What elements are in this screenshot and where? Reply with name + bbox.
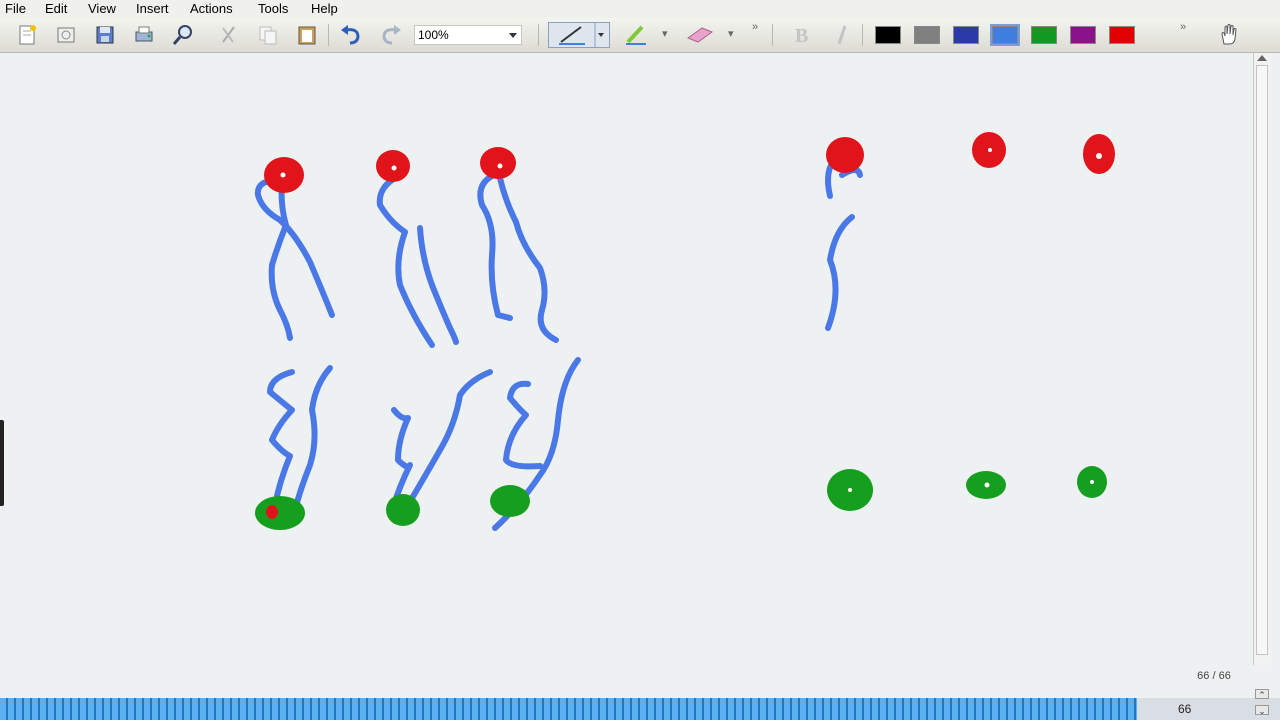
zoom-value: 100%: [418, 28, 449, 42]
whiteboard-canvas[interactable]: [0, 53, 1252, 698]
italic-icon[interactable]: [830, 22, 856, 48]
paste-icon[interactable]: [294, 22, 320, 48]
toolbar-separator: [538, 24, 539, 46]
toolbar-separator: [772, 24, 773, 46]
color-gray[interactable]: [914, 26, 940, 44]
save-icon[interactable]: [92, 22, 118, 48]
menu-actions[interactable]: Actions: [190, 1, 233, 16]
menu-file[interactable]: File: [5, 1, 26, 16]
menu-help[interactable]: Help: [311, 1, 338, 16]
color-dark-blue[interactable]: [953, 26, 979, 44]
ink-strokes-blue: [254, 155, 863, 531]
print-icon[interactable]: [131, 22, 157, 48]
menu-tools[interactable]: Tools: [258, 1, 288, 16]
toolbar-overflow-icon[interactable]: »: [1180, 21, 1186, 33]
color-green[interactable]: [1031, 26, 1057, 44]
menu-bar: File Edit View Insert Actions Tools Help: [0, 0, 1280, 18]
status-bar: 66 ⌃ ⌄: [0, 689, 1280, 720]
chevron-down-icon[interactable]: ▾: [662, 27, 668, 40]
open-icon[interactable]: [53, 22, 79, 48]
nav-up-icon[interactable]: ⌃: [1255, 689, 1269, 700]
bold-icon[interactable]: B: [790, 22, 816, 48]
color-purple[interactable]: [1070, 26, 1096, 44]
page-thumbnail-strip[interactable]: [0, 698, 1137, 720]
color-red[interactable]: [1109, 26, 1135, 44]
svg-text:B: B: [795, 25, 808, 47]
nav-down-icon[interactable]: ⌄: [1255, 705, 1269, 716]
copy-icon[interactable]: [255, 22, 281, 48]
new-page-icon[interactable]: [14, 22, 40, 48]
eraser-icon[interactable]: [684, 22, 716, 48]
toolbar-overflow-icon[interactable]: »: [752, 21, 758, 33]
chevron-down-icon: [509, 33, 517, 38]
redo-icon[interactable]: [378, 22, 404, 48]
ink-red-spot: [266, 505, 278, 519]
menu-insert[interactable]: Insert: [136, 1, 169, 16]
ink-heads-green: [255, 466, 1107, 530]
menu-edit[interactable]: Edit: [45, 1, 67, 16]
pen-tool-button[interactable]: [548, 22, 610, 48]
ink-highlights: [280, 148, 1102, 492]
highlighter-icon[interactable]: [620, 22, 670, 48]
vertical-scrollbar[interactable]: [1253, 53, 1271, 665]
menu-view[interactable]: View: [88, 1, 116, 16]
scrollbar-thumb[interactable]: [1256, 65, 1268, 655]
search-icon[interactable]: [170, 22, 196, 48]
color-black[interactable]: [875, 26, 901, 44]
undo-icon[interactable]: [338, 22, 364, 48]
hand-icon[interactable]: [1216, 22, 1242, 48]
page-indicator: 66 / 66: [1197, 670, 1231, 682]
ink-drawing: [254, 132, 1115, 531]
toolbar-separator: [328, 24, 329, 46]
toolbar: 100% ▾ ▾ » B »: [0, 18, 1280, 53]
scroll-up-icon[interactable]: [1257, 55, 1267, 61]
page-number: 66: [1178, 702, 1192, 716]
chevron-down-icon[interactable]: ▾: [728, 27, 734, 40]
cut-icon[interactable]: [215, 22, 241, 48]
zoom-select[interactable]: 100%: [414, 25, 522, 45]
color-light-blue[interactable]: [990, 24, 1020, 46]
toolbar-separator: [862, 24, 863, 46]
side-panel-tab[interactable]: [0, 420, 4, 506]
